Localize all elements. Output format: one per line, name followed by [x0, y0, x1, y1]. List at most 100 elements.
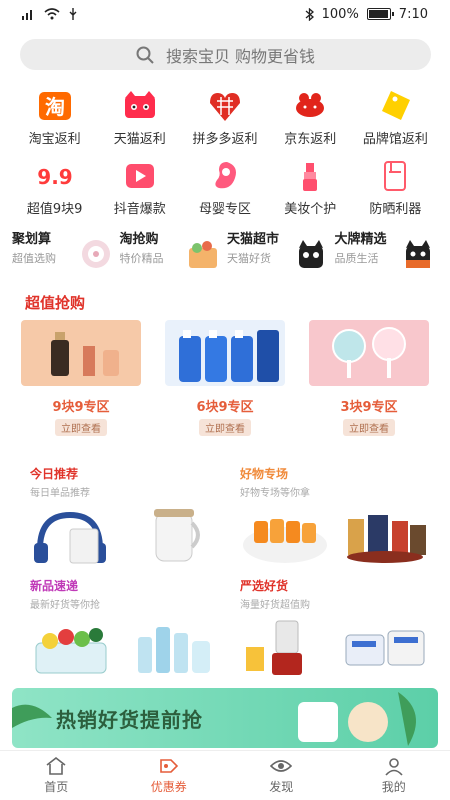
- category-label: 淘宝返利: [28, 132, 81, 147]
- rec-title: 今日推荐: [30, 467, 79, 481]
- lipstick-icon: [292, 158, 328, 194]
- rec-title: 严选好货: [240, 579, 289, 593]
- rec-images: [240, 617, 440, 679]
- category-nine-nine[interactable]: 9.9 超值9块9: [12, 158, 97, 222]
- bottom-tab-bar: 首页 优惠券 发现 我的: [0, 750, 450, 800]
- mascot-image: [406, 240, 430, 268]
- status-right: 100% 7:10: [305, 7, 428, 22]
- view-now-button[interactable]: 立即查看: [343, 419, 395, 436]
- rec-selected[interactable]: 严选好货 海量好货超值购: [240, 577, 440, 687]
- search-icon: [136, 46, 154, 64]
- rec-subtitle: 每日单品推荐: [30, 488, 90, 499]
- svg-text:淘: 淘: [45, 95, 65, 119]
- rec-images: [240, 505, 440, 567]
- tmall-icon: [122, 88, 158, 124]
- tab-label: 优惠券: [150, 780, 187, 794]
- deal-6-9[interactable]: 6块9专区 立即查看: [162, 320, 288, 436]
- baby-icon: [207, 158, 243, 194]
- status-left: [22, 7, 78, 21]
- banner-text: 热销好货提前抢: [56, 708, 203, 732]
- lunchbox-image: [35, 628, 107, 674]
- palm-leaf-icon: [12, 704, 52, 728]
- category-douyin[interactable]: 抖音爆款: [97, 158, 182, 222]
- jd-icon: [292, 88, 328, 124]
- category-label: 防晒利器: [369, 202, 422, 217]
- home-icon: [46, 756, 66, 775]
- category-label: 品牌馆返利: [362, 132, 428, 147]
- sunscreen-icon: [377, 158, 413, 194]
- category-taobao[interactable]: 淘 淘宝返利: [12, 88, 97, 152]
- category-sunscreen[interactable]: 防晒利器: [353, 158, 438, 222]
- rec-goods[interactable]: 好物专场 好物专场等你拿: [240, 465, 440, 575]
- section-title: 超值抢购: [25, 294, 86, 312]
- tab-home[interactable]: 首页: [0, 751, 113, 800]
- promo-banner[interactable]: 热销好货提前抢: [12, 688, 438, 748]
- banner-products-image: [298, 692, 416, 746]
- discover-eye-icon: [270, 760, 293, 772]
- svg-text:9.9: 9.9: [37, 165, 72, 189]
- brand-tag-icon: [377, 88, 413, 124]
- category-label: 抖音爆款: [113, 202, 166, 217]
- rec-images: [30, 617, 230, 679]
- douyin-icon: [122, 158, 158, 194]
- category-jd[interactable]: 京东返利: [268, 88, 353, 152]
- deal-label: 3块9专区: [340, 400, 398, 415]
- rec-today[interactable]: 今日推荐 每日单品推荐: [30, 465, 230, 575]
- tab-coupons[interactable]: 优惠券: [113, 751, 226, 800]
- skincare-image: [138, 627, 210, 673]
- category-brand[interactable]: 品牌馆返利: [353, 88, 438, 152]
- promo-taoqianggou[interactable]: 淘抢购 特价精品: [120, 228, 228, 278]
- category-pinduoduo[interactable]: 拼多多返利: [182, 88, 267, 152]
- category-tmall[interactable]: 天猫返利: [97, 88, 182, 152]
- view-now-button[interactable]: 立即查看: [55, 419, 107, 436]
- category-label: 拼多多返利: [192, 132, 258, 147]
- promo-strip: 聚划算 超值选购 淘抢购 特价精品 天猫超市 天猫好货 大牌精选 品质生活: [12, 228, 442, 278]
- rec-title: 新品速递: [30, 579, 79, 593]
- nine-nine-icon: 9.9: [37, 158, 73, 194]
- search-placeholder: 搜索宝贝 购物更省钱: [165, 46, 316, 66]
- battery-fill: [368, 10, 388, 18]
- category-label: 母婴专区: [198, 202, 251, 217]
- rec-new-arrivals[interactable]: 新品速递 最新好货等你抢: [30, 577, 230, 687]
- fan-image: [309, 320, 429, 386]
- deal-row: 9块9专区 立即查看 6块9专区 立即查看 3块9专区 立即查看: [18, 320, 432, 436]
- deal-9-9[interactable]: 9块9专区 立即查看: [18, 320, 144, 436]
- category-beauty[interactable]: 美妆个护: [268, 158, 353, 222]
- promo-juhuasuan[interactable]: 聚划算 超值选购: [12, 228, 120, 278]
- kettle-image: [154, 509, 200, 562]
- rec-subtitle: 好物专场等你拿: [240, 488, 310, 499]
- search-bar[interactable]: 搜索宝贝 购物更省钱: [20, 39, 431, 70]
- clock: 7:10: [398, 6, 428, 22]
- rec-title: 好物专场: [240, 467, 289, 481]
- rec-images: [30, 505, 230, 567]
- tab-me[interactable]: 我的: [338, 751, 450, 800]
- coupon-icon: [159, 759, 178, 773]
- category-label: 超值9块9: [26, 202, 83, 217]
- category-label: 美妆个护: [284, 202, 337, 217]
- battery-percent: 100%: [321, 6, 359, 22]
- pinduoduo-icon: [207, 88, 243, 124]
- category-label: 京东返利: [284, 132, 337, 147]
- tab-discover[interactable]: 发现: [225, 751, 338, 800]
- profile-icon: [385, 758, 403, 776]
- perfume-image: [21, 320, 141, 386]
- deal-label: 6块9专区: [196, 400, 254, 415]
- category-baby[interactable]: 母婴专区: [182, 158, 267, 222]
- blender-image: [246, 620, 302, 675]
- headphones-image: [34, 511, 106, 564]
- app-screen: 100% 7:10 搜索宝贝 购物更省钱 淘 淘宝返利 天猫返利 拼多多返利 京…: [0, 0, 450, 800]
- wifi-icon: [44, 8, 60, 20]
- promo-brand-select[interactable]: 大牌精选 品质生活: [335, 228, 443, 278]
- deal-3-9[interactable]: 3块9专区 立即查看: [306, 320, 432, 436]
- tmall-cat-image: [298, 240, 323, 268]
- wipes-image: [345, 630, 425, 666]
- rec-subtitle: 最新好货等你抢: [30, 600, 100, 611]
- detergent-image: [165, 320, 285, 386]
- deal-label: 9块9专区: [52, 400, 110, 415]
- promo-tmall-supermarket[interactable]: 天猫超市 天猫好货: [227, 228, 335, 278]
- tab-label: 首页: [44, 780, 69, 794]
- view-now-button[interactable]: 立即查看: [199, 419, 251, 436]
- battery-icon: [366, 8, 394, 20]
- snacks-image: [347, 515, 426, 563]
- tab-label: 发现: [269, 780, 294, 794]
